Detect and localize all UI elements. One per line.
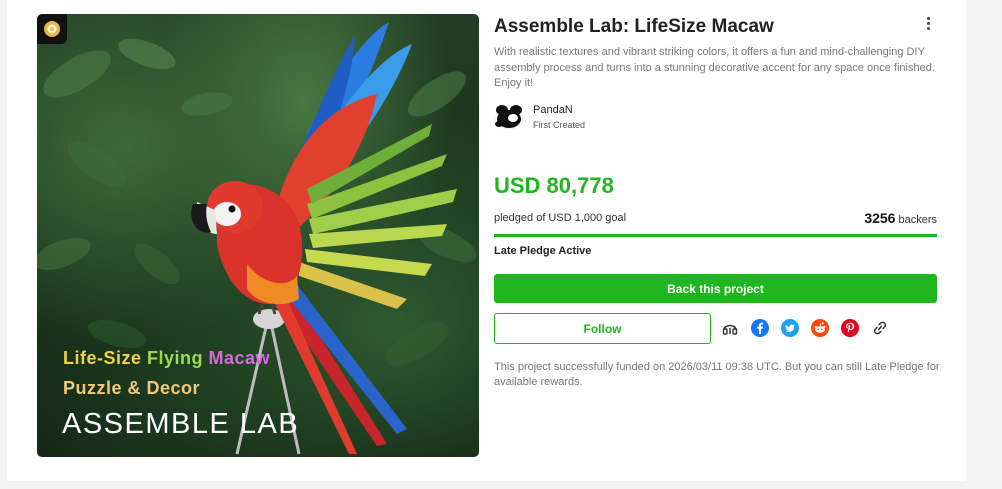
- funding-progress-bar: [494, 234, 937, 237]
- backers-label: backers: [898, 214, 937, 226]
- hero-headline-part2: Flying: [147, 348, 209, 368]
- project-title: Assemble Lab: LifeSize Macaw: [494, 16, 774, 37]
- project-description: With realistic textures and vibrant stri…: [494, 46, 935, 89]
- creator-name[interactable]: PandaN: [533, 104, 573, 116]
- funding-progress-fill: [494, 234, 937, 237]
- hero-headline-part3: Macaw: [208, 348, 271, 368]
- facebook-icon[interactable]: [751, 319, 769, 337]
- reddit-icon[interactable]: [811, 319, 829, 337]
- pledged-amount: USD 80,778: [494, 173, 614, 198]
- hero-headline-part1: Life-Size: [63, 348, 148, 368]
- backers-count: 3256 backers: [864, 210, 937, 226]
- pinterest-icon[interactable]: [841, 319, 859, 337]
- creator-role: First Created: [533, 120, 586, 130]
- link-icon[interactable]: [871, 319, 889, 337]
- badge-icon: [37, 14, 67, 44]
- backers-number: 3256: [864, 210, 896, 226]
- back-project-button[interactable]: Back this project: [494, 274, 937, 303]
- creator-avatar[interactable]: [494, 104, 524, 130]
- pledge-goal-text: pledged of USD 1,000 goal: [494, 212, 627, 224]
- hero-headline: Life-Size Flying Macaw: [63, 348, 270, 369]
- headphones-icon[interactable]: [721, 319, 739, 337]
- hero-brand: ASSEMBLE LAB: [62, 408, 300, 440]
- funding-note: This project successfully funded on 2026…: [494, 361, 940, 388]
- project-hero-image[interactable]: Life-Size Flying Macaw Puzzle & Decor AS…: [37, 14, 479, 457]
- hero-subheadline: Puzzle & Decor: [63, 378, 201, 398]
- late-pledge-status: Late Pledge Active: [494, 245, 592, 257]
- more-options-icon[interactable]: [921, 14, 935, 32]
- follow-button[interactable]: Follow: [494, 313, 711, 344]
- twitter-icon[interactable]: [781, 319, 799, 337]
